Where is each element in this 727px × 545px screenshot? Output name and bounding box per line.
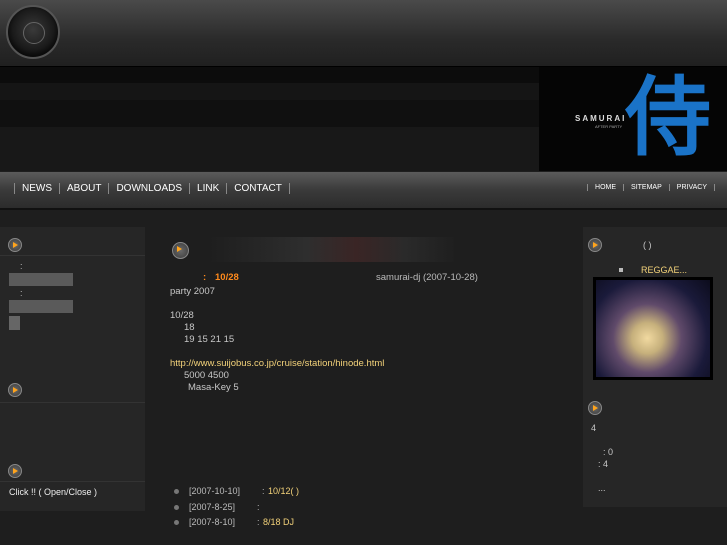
post-line6: Masa-Key 5 [188,382,239,393]
right-stat-2: : 4 [598,459,609,469]
nav-sitemap[interactable]: SITEMAP [623,184,669,191]
history-date-2[interactable]: [2007-8-25] [189,502,235,512]
left-box3-header [0,459,145,482]
history-date-1[interactable]: [2007-10-10] [189,486,240,496]
password-input[interactable] [9,300,73,313]
samurai-banner-art: SAMURAI AFTER PARTY 侍 [539,67,727,171]
post-link[interactable]: http://www.suijobus.co.jp/cruise/station… [170,358,384,369]
bullet-icon [174,489,179,494]
history-text-1[interactable]: 10/12( ) [268,486,299,496]
nav-about[interactable]: ABOUT [59,183,108,194]
bullet-icon [174,505,179,510]
history-sep-2: : [257,502,260,512]
post-date-colon: : [203,272,207,283]
post-line5: 5000 4500 [184,370,229,381]
login-button[interactable] [9,316,20,330]
bullet-icon [619,268,623,272]
right-sidebar: ( ) REGGAE... 4 : 0 : 4 ... [583,227,727,507]
login-label-1: : [20,261,23,271]
logo-center [23,22,45,44]
post-play-icon [172,242,189,259]
left-box2-header [0,372,145,403]
post-line3: 18 [184,322,195,333]
login-label-2: : [20,288,23,298]
nav-news[interactable]: NEWS [14,183,59,194]
history-text-3[interactable]: 8/18 DJ [263,517,294,527]
site-logo[interactable] [6,5,60,59]
nav-contact[interactable]: CONTACT [226,183,290,194]
nav-privacy[interactable]: PRIVACY [668,184,715,191]
nav-home[interactable]: HOME [587,184,623,191]
play-icon [588,401,602,415]
left-box1-header [0,227,145,256]
bullet-icon [174,520,179,525]
post-title-bar [208,237,454,262]
right-stat-1: : 0 [603,447,614,457]
play-icon [588,238,602,252]
play-icon [8,238,22,252]
banner-brand: SAMURAI [575,114,627,123]
left-sidebar: : : Click !! ( Open/Close ) [0,227,145,511]
post-line2: 10/28 [170,310,194,321]
right-header-paren: ( ) [643,240,652,250]
video-thumbnail-image [596,280,710,377]
play-icon [8,464,22,478]
post-line1: party 2007 [170,286,215,297]
history-sep-3: : [257,517,260,527]
right-count: 4 [591,423,597,433]
login-input[interactable] [9,273,73,286]
nav-downloads[interactable]: DOWNLOADS [108,183,189,194]
history-date-3[interactable]: [2007-8-10] [189,517,235,527]
post-author: samurai-dj (2007-10-28) [376,272,478,283]
right-more[interactable]: ... [598,483,606,493]
main-nav: NEWS ABOUT DOWNLOADS LINK CONTACT HOME S… [0,172,727,210]
post-line4: 19 15 21 15 [184,334,235,345]
toggle-link[interactable]: Click !! ( Open/Close ) [9,487,97,497]
video-thumbnail[interactable] [593,277,713,380]
site-header [0,0,727,67]
post-date: 10/28 [215,272,239,283]
video-title[interactable]: REGGAE... [641,265,687,275]
nav-link[interactable]: LINK [189,183,226,194]
play-icon [8,383,22,397]
history-sep-1: : [262,486,265,496]
banner-kanji: 侍 [625,67,711,168]
banner-sub: AFTER PARTY [595,124,623,129]
